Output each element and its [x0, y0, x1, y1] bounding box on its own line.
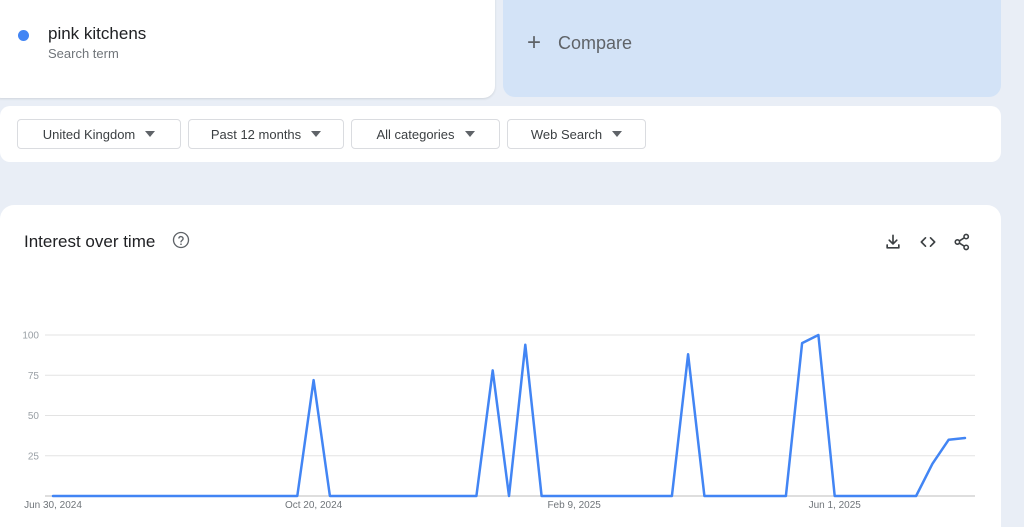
y-tick-label: 25	[28, 451, 40, 462]
caret-down-icon	[612, 131, 623, 137]
category-filter-label: All categories	[376, 126, 455, 142]
series-color-dot	[18, 30, 29, 41]
y-tick-label: 100	[22, 331, 39, 342]
region-filter[interactable]: United Kingdom	[17, 119, 181, 149]
x-tick-label: Jun 1, 2025	[809, 500, 862, 511]
category-filter[interactable]: All categories	[351, 119, 500, 149]
chart-title: Interest over time	[24, 232, 156, 251]
search-type-filter[interactable]: Web Search	[507, 119, 646, 149]
y-tick-label: 75	[28, 371, 40, 382]
x-tick-label: Oct 20, 2024	[285, 500, 343, 511]
time-range-filter-label: Past 12 months	[210, 126, 302, 142]
x-tick-label: Feb 9, 2025	[547, 500, 601, 511]
time-range-filter[interactable]: Past 12 months	[188, 119, 344, 149]
embed-code-icon[interactable]	[918, 232, 938, 252]
caret-down-icon	[464, 131, 475, 137]
search-term-type: Search term	[48, 46, 119, 61]
plus-icon: +	[527, 29, 542, 56]
caret-down-icon	[145, 131, 156, 137]
download-icon[interactable]	[883, 232, 903, 252]
region-filter-label: United Kingdom	[42, 126, 136, 142]
caret-down-icon	[311, 131, 322, 137]
x-tick-label: Jun 30, 2024	[24, 500, 82, 511]
search-type-filter-label: Web Search	[530, 126, 603, 142]
share-icon[interactable]	[952, 232, 972, 252]
help-icon[interactable]	[172, 231, 190, 249]
y-tick-label: 50	[28, 411, 40, 422]
interest-line-chart: 25 50 75 100 Jun 30, 2024 Oct 20, 2024 Feb 9, …	[22, 331, 975, 511]
search-term-name[interactable]: pink kitchens	[48, 24, 146, 44]
compare-label[interactable]: Compare	[558, 33, 632, 54]
